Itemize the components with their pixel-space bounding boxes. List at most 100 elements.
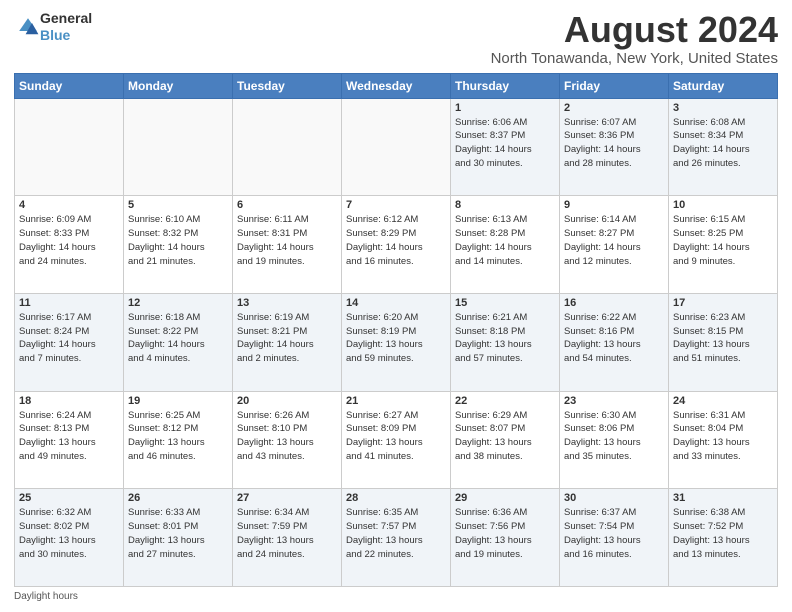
- week-row-0: 1 Sunrise: 6:06 AM Sunset: 8:37 PM Daylig…: [15, 98, 778, 196]
- daylight-label: Daylight hours: [14, 591, 78, 602]
- day-info: Sunrise: 6:31 AM Sunset: 8:04 PM Dayligh…: [673, 409, 773, 464]
- week-row-3: 18 Sunrise: 6:24 AM Sunset: 8:13 PM Dayli…: [15, 391, 778, 489]
- day-info: Sunrise: 6:11 AM Sunset: 8:31 PM Dayligh…: [237, 213, 337, 268]
- day-number: 8: [455, 199, 555, 211]
- calendar-cell: 1 Sunrise: 6:06 AM Sunset: 8:37 PM Daylig…: [451, 98, 560, 196]
- calendar-cell: 23Sunrise: 6:30 AM Sunset: 8:06 PM Dayli…: [560, 391, 669, 489]
- weekday-header-sunday: Sunday: [15, 73, 124, 98]
- day-info: Sunrise: 6:13 AM Sunset: 8:28 PM Dayligh…: [455, 213, 555, 268]
- calendar-cell: 30Sunrise: 6:37 AM Sunset: 7:54 PM Dayli…: [560, 489, 669, 587]
- weekday-header-monday: Monday: [124, 73, 233, 98]
- week-row-4: 25 Sunrise: 6:32 AM Sunset: 8:02 PM Dayli…: [15, 489, 778, 587]
- day-info: Sunrise: 6:06 AM Sunset: 8:37 PM Dayligh…: [455, 116, 555, 171]
- calendar-cell: 17Sunrise: 6:23 AM Sunset: 8:15 PM Dayli…: [669, 293, 778, 391]
- day-number: 12: [128, 297, 228, 309]
- day-info: Sunrise: 6:35 AM Sunset: 7:57 PM Dayligh…: [346, 506, 446, 561]
- day-info: Sunrise: 6:36 AM Sunset: 7:56 PM Dayligh…: [455, 506, 555, 561]
- calendar-cell: 6Sunrise: 6:11 AM Sunset: 8:31 PM Daylig…: [233, 196, 342, 294]
- calendar-table: SundayMondayTuesdayWednesdayThursdayFrid…: [14, 73, 778, 587]
- day-info: Sunrise: 6:19 AM Sunset: 8:21 PM Dayligh…: [237, 311, 337, 366]
- calendar-cell: 13 Sunrise: 6:19 AM Sunset: 8:21 PM Dayli…: [233, 293, 342, 391]
- day-info: Sunrise: 6:17 AM Sunset: 8:24 PM Dayligh…: [19, 311, 119, 366]
- month-title: August 2024: [491, 10, 778, 50]
- weekday-header-friday: Friday: [560, 73, 669, 98]
- day-number: 7: [346, 199, 446, 211]
- day-number: 13: [237, 297, 337, 309]
- day-info: Sunrise: 6:24 AM Sunset: 8:13 PM Dayligh…: [19, 409, 119, 464]
- day-number: 3: [673, 102, 773, 114]
- day-info: Sunrise: 6:32 AM Sunset: 8:02 PM Dayligh…: [19, 506, 119, 561]
- calendar-cell: 31 Sunrise: 6:38 AM Sunset: 7:52 PM Dayli…: [669, 489, 778, 587]
- day-number: 16: [564, 297, 664, 309]
- location-title: North Tonawanda, New York, United States: [491, 50, 778, 67]
- footer-note: Daylight hours: [14, 591, 778, 602]
- calendar-cell: 9 Sunrise: 6:14 AM Sunset: 8:27 PM Daylig…: [560, 196, 669, 294]
- weekday-header-tuesday: Tuesday: [233, 73, 342, 98]
- calendar-cell: 14 Sunrise: 6:20 AM Sunset: 8:19 PM Dayli…: [342, 293, 451, 391]
- title-area: August 2024 North Tonawanda, New York, U…: [491, 10, 778, 67]
- day-number: 9: [564, 199, 664, 211]
- calendar-cell: 25 Sunrise: 6:32 AM Sunset: 8:02 PM Dayli…: [15, 489, 124, 587]
- day-info: Sunrise: 6:25 AM Sunset: 8:12 PM Dayligh…: [128, 409, 228, 464]
- day-number: 4: [19, 199, 119, 211]
- calendar-cell: 24 Sunrise: 6:31 AM Sunset: 8:04 PM Dayli…: [669, 391, 778, 489]
- day-info: Sunrise: 6:07 AM Sunset: 8:36 PM Dayligh…: [564, 116, 664, 171]
- day-info: Sunrise: 6:29 AM Sunset: 8:07 PM Dayligh…: [455, 409, 555, 464]
- day-info: Sunrise: 6:12 AM Sunset: 8:29 PM Dayligh…: [346, 213, 446, 268]
- calendar-cell: 15 Sunrise: 6:21 AM Sunset: 8:18 PM Dayli…: [451, 293, 560, 391]
- day-number: 24: [673, 395, 773, 407]
- day-number: 25: [19, 492, 119, 504]
- logo-area: General Blue: [14, 10, 92, 44]
- day-number: 20: [237, 395, 337, 407]
- calendar-cell: [342, 98, 451, 196]
- day-info: Sunrise: 6:23 AM Sunset: 8:15 PM Dayligh…: [673, 311, 773, 366]
- calendar-cell: 21Sunrise: 6:27 AM Sunset: 8:09 PM Dayli…: [342, 391, 451, 489]
- day-info: Sunrise: 6:14 AM Sunset: 8:27 PM Dayligh…: [564, 213, 664, 268]
- day-number: 15: [455, 297, 555, 309]
- logo-blue: Blue: [40, 27, 70, 43]
- day-number: 14: [346, 297, 446, 309]
- day-number: 21: [346, 395, 446, 407]
- calendar-cell: 8 Sunrise: 6:13 AM Sunset: 8:28 PM Daylig…: [451, 196, 560, 294]
- day-number: 22: [455, 395, 555, 407]
- weekday-header-thursday: Thursday: [451, 73, 560, 98]
- header: General Blue August 2024 North Tonawanda…: [14, 10, 778, 67]
- calendar-cell: 16Sunrise: 6:22 AM Sunset: 8:16 PM Dayli…: [560, 293, 669, 391]
- calendar-cell: 28 Sunrise: 6:35 AM Sunset: 7:57 PM Dayli…: [342, 489, 451, 587]
- calendar-cell: 26Sunrise: 6:33 AM Sunset: 8:01 PM Dayli…: [124, 489, 233, 587]
- day-info: Sunrise: 6:09 AM Sunset: 8:33 PM Dayligh…: [19, 213, 119, 268]
- day-info: Sunrise: 6:21 AM Sunset: 8:18 PM Dayligh…: [455, 311, 555, 366]
- day-info: Sunrise: 6:10 AM Sunset: 8:32 PM Dayligh…: [128, 213, 228, 268]
- calendar-cell: 22 Sunrise: 6:29 AM Sunset: 8:07 PM Dayli…: [451, 391, 560, 489]
- day-info: Sunrise: 6:20 AM Sunset: 8:19 PM Dayligh…: [346, 311, 446, 366]
- week-row-2: 11 Sunrise: 6:17 AM Sunset: 8:24 PM Dayli…: [15, 293, 778, 391]
- calendar-cell: 29 Sunrise: 6:36 AM Sunset: 7:56 PM Dayli…: [451, 489, 560, 587]
- week-row-1: 4 Sunrise: 6:09 AM Sunset: 8:33 PM Daylig…: [15, 196, 778, 294]
- calendar-cell: 20 Sunrise: 6:26 AM Sunset: 8:10 PM Dayli…: [233, 391, 342, 489]
- page: General Blue August 2024 North Tonawanda…: [0, 0, 792, 612]
- day-number: 5: [128, 199, 228, 211]
- day-info: Sunrise: 6:33 AM Sunset: 8:01 PM Dayligh…: [128, 506, 228, 561]
- weekday-header-wednesday: Wednesday: [342, 73, 451, 98]
- calendar-cell: [233, 98, 342, 196]
- day-info: Sunrise: 6:08 AM Sunset: 8:34 PM Dayligh…: [673, 116, 773, 171]
- weekday-header-saturday: Saturday: [669, 73, 778, 98]
- day-info: Sunrise: 6:26 AM Sunset: 8:10 PM Dayligh…: [237, 409, 337, 464]
- calendar-cell: 10Sunrise: 6:15 AM Sunset: 8:25 PM Dayli…: [669, 196, 778, 294]
- day-number: 23: [564, 395, 664, 407]
- day-info: Sunrise: 6:34 AM Sunset: 7:59 PM Dayligh…: [237, 506, 337, 561]
- calendar-cell: 2Sunrise: 6:07 AM Sunset: 8:36 PM Daylig…: [560, 98, 669, 196]
- day-number: 31: [673, 492, 773, 504]
- day-number: 1: [455, 102, 555, 114]
- calendar-cell: 7 Sunrise: 6:12 AM Sunset: 8:29 PM Daylig…: [342, 196, 451, 294]
- calendar-cell: 3 Sunrise: 6:08 AM Sunset: 8:34 PM Daylig…: [669, 98, 778, 196]
- calendar-cell: [15, 98, 124, 196]
- day-info: Sunrise: 6:38 AM Sunset: 7:52 PM Dayligh…: [673, 506, 773, 561]
- calendar-cell: 27Sunrise: 6:34 AM Sunset: 7:59 PM Dayli…: [233, 489, 342, 587]
- day-number: 18: [19, 395, 119, 407]
- day-number: 11: [19, 297, 119, 309]
- day-number: 28: [346, 492, 446, 504]
- calendar-cell: 12Sunrise: 6:18 AM Sunset: 8:22 PM Dayli…: [124, 293, 233, 391]
- calendar-cell: 5 Sunrise: 6:10 AM Sunset: 8:32 PM Daylig…: [124, 196, 233, 294]
- day-number: 29: [455, 492, 555, 504]
